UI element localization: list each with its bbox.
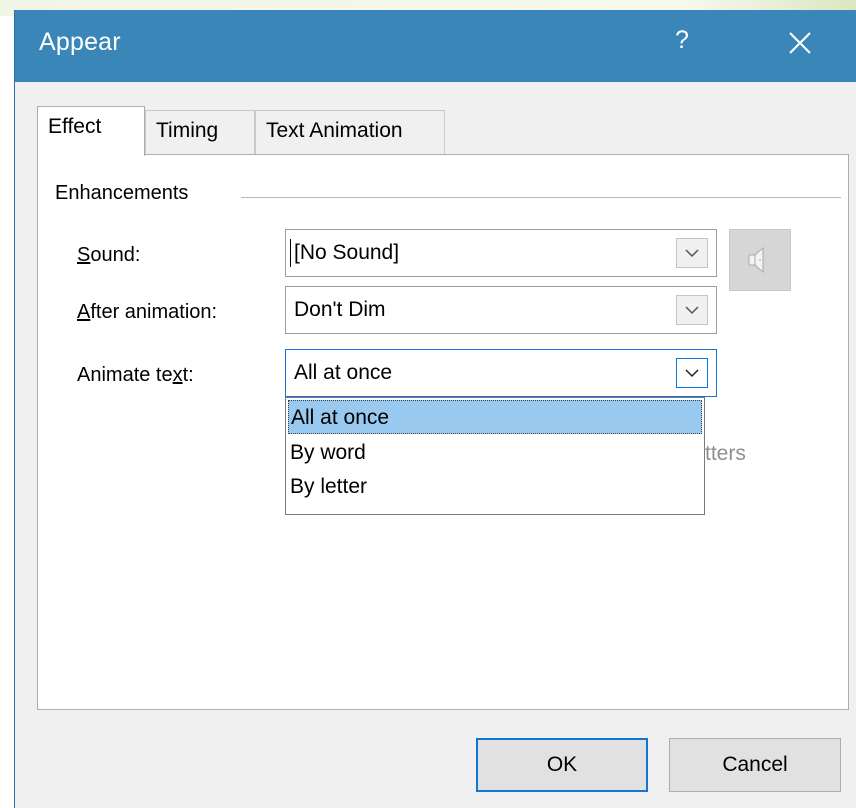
animate-text-combo[interactable]: All at once — [285, 349, 717, 397]
chevron-down-icon — [685, 369, 699, 378]
animate-text-label-prefix: Animate te — [77, 364, 173, 386]
animate-text-label-suffix: t: — [182, 364, 194, 386]
speaker-icon — [748, 246, 764, 274]
group-divider — [241, 197, 841, 198]
after-animation-dropdown-button[interactable] — [676, 295, 708, 325]
after-animation-label-rest: fter animation: — [90, 301, 218, 323]
tab-effect-label: Effect — [48, 115, 102, 138]
tab-text-animation[interactable]: Text Animation — [255, 110, 445, 154]
after-animation-value: Don't Dim — [294, 298, 386, 321]
sound-value: [No Sound] — [294, 241, 400, 264]
animate-text-value: All at once — [294, 361, 393, 384]
ok-button[interactable]: OK — [476, 738, 648, 792]
tab-effect[interactable]: Effect — [37, 106, 145, 156]
animate-text-dropdown-button[interactable] — [676, 358, 708, 388]
title-bar: Appear ? — [15, 10, 856, 82]
option-by-letter[interactable]: By letter — [288, 470, 702, 504]
animate-text-label: Animate text: — [77, 364, 194, 387]
sound-preview-button[interactable] — [729, 229, 791, 291]
sound-combo[interactable]: [No Sound] — [285, 229, 717, 277]
sound-dropdown-button[interactable] — [676, 238, 708, 268]
obscured-option-text: tters — [705, 442, 746, 465]
tab-timing-label: Timing — [156, 119, 219, 142]
chevron-down-icon — [685, 306, 699, 315]
help-button[interactable]: ? — [675, 26, 689, 55]
after-animation-combo[interactable]: Don't Dim — [285, 286, 717, 334]
sound-accel: S — [77, 244, 91, 266]
option-by-word[interactable]: By word — [288, 436, 702, 470]
sound-label: Sound: — [77, 244, 140, 267]
tab-timing[interactable]: Timing — [145, 110, 255, 154]
close-button[interactable] — [785, 28, 815, 58]
animate-text-dropdown-list: All at once By word By letter — [285, 397, 705, 515]
cancel-button[interactable]: Cancel — [669, 738, 841, 792]
sound-label-rest: ound: — [90, 244, 141, 266]
chevron-down-icon — [685, 249, 699, 258]
option-all-at-once[interactable]: All at once — [288, 400, 702, 434]
enhancements-group-label: Enhancements — [55, 182, 197, 205]
tab-text-animation-label: Text Animation — [266, 119, 403, 142]
after-animation-label: After animation: — [77, 301, 217, 324]
appear-dialog: Appear ? Effect Timing Text Animation En… — [14, 10, 856, 808]
after-animation-accel: A — [77, 301, 91, 323]
text-caret — [290, 239, 291, 267]
animate-text-accel: x — [172, 364, 183, 386]
dialog-title: Appear — [39, 28, 121, 56]
close-icon — [789, 32, 811, 54]
